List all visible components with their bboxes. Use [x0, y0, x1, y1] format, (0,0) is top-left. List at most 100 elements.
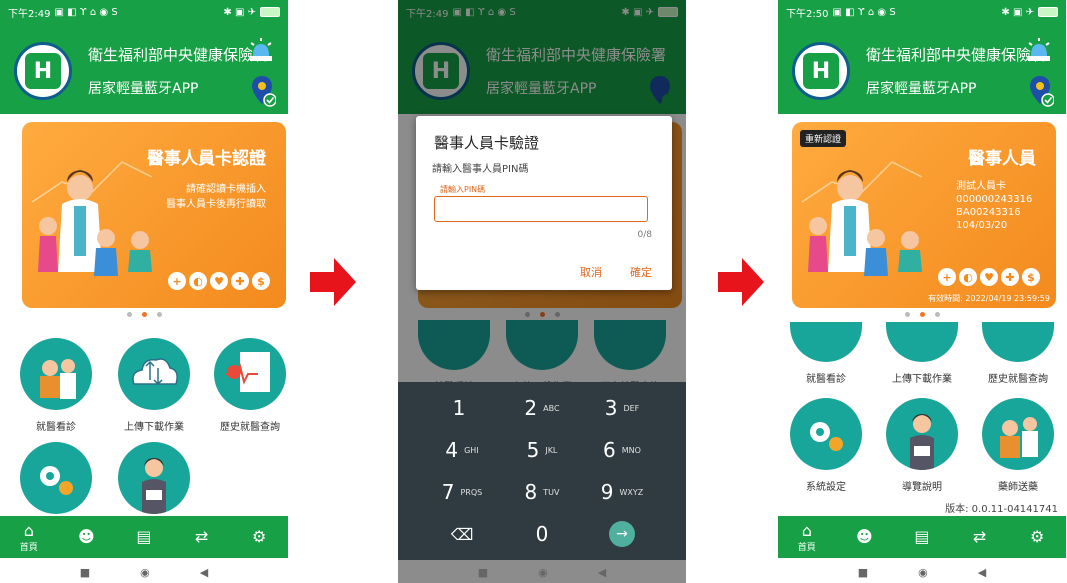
agency-title: 衛生福利部中央健康保險署 — [88, 46, 269, 64]
phone-screen-3: 下午2:50 ▣ ◧ ϒ ⌂ ◉ S ✱ ▣ ✈ H 衛生福利部中央健康保險署 居… — [778, 0, 1066, 583]
carousel-dot[interactable] — [156, 312, 162, 317]
id-card-icon: ▤ — [914, 527, 930, 546]
nav-sync[interactable]: ⇄ — [960, 528, 1000, 546]
pin-dialog: 醫事人員卡驗證 請輸入醫事人員PIN碼 請輸入PIN碼 0/8 取消 確定 — [416, 116, 672, 290]
tile-upload-download[interactable]: 上傳下載作業 — [114, 338, 194, 433]
pill-icon: ◐ — [959, 268, 977, 286]
enter-key[interactable]: → — [574, 512, 670, 556]
card-date: 104/03/20 — [956, 220, 1008, 231]
app-version: 版本: 0.0.11-04141741 — [945, 504, 1058, 515]
status-bar: 下午2:50 ▣ ◧ ϒ ⌂ ◉ S ✱ ▣ ✈ — [778, 0, 1066, 24]
home-circle-icon[interactable]: ◉ — [918, 566, 928, 579]
nav-card[interactable]: ▤ — [902, 528, 942, 546]
nav-home[interactable]: ⌂ 首頁 — [9, 520, 49, 553]
confirm-button[interactable]: 確定 — [630, 264, 652, 280]
system-nav: ■ ◉ ◀ — [0, 562, 288, 582]
medical-record-icon — [214, 338, 286, 410]
carousel-dot[interactable] — [126, 312, 132, 317]
tile-guide[interactable]: 導覽說明 — [882, 398, 962, 493]
doctor-patient-icon — [790, 322, 862, 362]
tile-label: 歷史就醫查詢 — [220, 422, 280, 433]
location-pin-icon[interactable] — [250, 74, 276, 108]
tile-medical-visit[interactable]: 就醫看診 — [786, 322, 866, 385]
tile-history[interactable]: 歷史就醫查詢 — [210, 338, 288, 433]
nav-card[interactable]: ▤ — [124, 528, 164, 546]
carousel-dots — [778, 312, 1066, 317]
nav-sync[interactable]: ⇄ — [182, 528, 222, 546]
nav-home[interactable]: ⌂ 首頁 — [787, 521, 827, 553]
tile-medical-visit[interactable]: 就醫看診 — [16, 338, 96, 433]
key-3[interactable]: 3 DEF — [574, 386, 670, 430]
renew-auth-button[interactable]: 重新認證 — [800, 130, 847, 147]
battery-icon — [1038, 7, 1058, 17]
pin-input[interactable] — [434, 196, 648, 222]
card-verified[interactable]: 重新認證 醫事人員 測試人員卡 000000243316 BA00243316 … — [792, 122, 1056, 308]
card-id: BA00243316 — [956, 207, 1021, 218]
tile-guide[interactable] — [114, 442, 194, 514]
status-bar: 下午2:49 ▣ ◧ ϒ ⌂ ◉ S ✱ ▣ ✈ — [0, 0, 288, 24]
recent-apps-icon[interactable]: ■ — [478, 566, 488, 579]
tile-label: 上傳下載作業 — [124, 422, 184, 433]
home-circle-icon[interactable]: ◉ — [140, 566, 150, 579]
back-icon[interactable]: ◀ — [978, 566, 986, 579]
tile-history[interactable]: 歷史就醫查詢 — [978, 322, 1058, 385]
app-subtitle: 居家輕量藍牙APP — [866, 81, 977, 97]
user-icon: ☻ — [78, 527, 95, 546]
id-card-icon: ▤ — [136, 527, 152, 546]
key-6[interactable]: 6 MNO — [574, 428, 670, 472]
card-instruction-2: 醫事人員卡後再行讀取 — [166, 199, 266, 210]
back-icon[interactable]: ◀ — [200, 566, 208, 579]
tile-label: 導覽說明 — [902, 482, 942, 493]
siren-icon[interactable] — [248, 38, 274, 62]
medical-record-icon — [982, 322, 1054, 362]
sync-icon: ⇄ — [972, 527, 987, 546]
key-9[interactable]: 9 WXYZ — [574, 470, 670, 514]
dialog-message: 請輸入醫事人員PIN碼 — [432, 164, 529, 175]
nhi-logo: H — [792, 42, 850, 100]
system-nav: ■ ◉ ◀ — [398, 562, 686, 582]
tile-pharmacist[interactable]: 藥師送藥 — [978, 398, 1058, 493]
back-icon[interactable]: ◀ — [598, 566, 606, 579]
home-icon: ⌂ — [23, 520, 34, 540]
phone-screen-2: 下午2:49 ▣ ◧ ϒ ⌂ ◉ S ✱ ▣ ✈ H 衛生福利部中央健康保險署 居… — [398, 0, 686, 583]
arrow-right-icon — [718, 258, 764, 306]
status-time: 下午2:49 — [8, 8, 51, 20]
cloud-upload-icon — [886, 322, 958, 362]
numeric-keypad: 1 2 ABC 3 DEF 4 GHI 5 JKL 6 MNO 7 PRQS 8 TUV 9W… — [398, 382, 686, 560]
tile-upload-download[interactable]: 上傳下載作業 — [882, 322, 962, 385]
cloud-upload-icon — [118, 338, 190, 410]
card-auth-banner[interactable]: 醫事人員卡認證 請確認讀卡機插入 醫事人員卡後再行讀取 + ◐ ♥ ✚ $ — [22, 122, 286, 308]
phone-screen-1: 下午2:49 ▣ ◧ ϒ ⌂ ◉ S ✱ ▣ ✈ H 衛生福利部中央健康保險署 居… — [0, 0, 288, 583]
tile-label: 系統設定 — [806, 482, 846, 493]
location-pin-icon[interactable] — [1028, 74, 1054, 108]
status-system-icons: ✱ ▣ ✈ — [223, 6, 256, 18]
plus-icon: + — [938, 268, 956, 286]
card-holder-name: 測試人員卡 — [956, 181, 1006, 192]
carousel-dot-active[interactable] — [141, 312, 147, 317]
nav-users[interactable]: ☻ — [844, 528, 884, 546]
validity-time: 有效時間: 2022/04/19 23:59:59 — [928, 294, 1050, 303]
home-circle-icon[interactable]: ◉ — [538, 566, 548, 579]
tile-system-settings[interactable]: 系統設定 — [786, 398, 866, 493]
card-feature-icons: + ◐ ♥ ✚ $ — [168, 272, 270, 290]
status-time: 下午2:50 — [786, 8, 829, 20]
siren-icon[interactable] — [1026, 38, 1052, 62]
nav-settings[interactable]: ⚙ — [239, 528, 279, 546]
card-title: 醫事人員卡認證 — [147, 149, 266, 169]
backspace-icon: ⌫ — [450, 524, 474, 544]
bottom-nav: ⌂ 首頁 ☻ ▤ ⇄ ⚙ — [778, 516, 1066, 558]
sync-icon: ⇄ — [194, 527, 209, 546]
recent-apps-icon[interactable]: ■ — [858, 566, 868, 579]
app-header: H 衛生福利部中央健康保險署 居家輕量藍牙APP — [778, 24, 1066, 114]
heart-icon: ♥ — [980, 268, 998, 286]
tile-system-settings[interactable] — [16, 442, 96, 514]
arrow-right-icon — [310, 258, 356, 306]
nav-users[interactable]: ☻ — [66, 528, 106, 546]
card-number: 000000243316 — [956, 194, 1033, 205]
nav-settings[interactable]: ⚙ — [1017, 528, 1057, 546]
medicine-icon: ✚ — [1001, 268, 1019, 286]
status-system-icons: ✱ ▣ ✈ — [1001, 6, 1034, 18]
recent-apps-icon[interactable]: ■ — [80, 566, 90, 579]
cancel-button[interactable]: 取消 — [580, 264, 602, 280]
card-instruction-1: 請確認讀卡機插入 — [186, 184, 266, 195]
